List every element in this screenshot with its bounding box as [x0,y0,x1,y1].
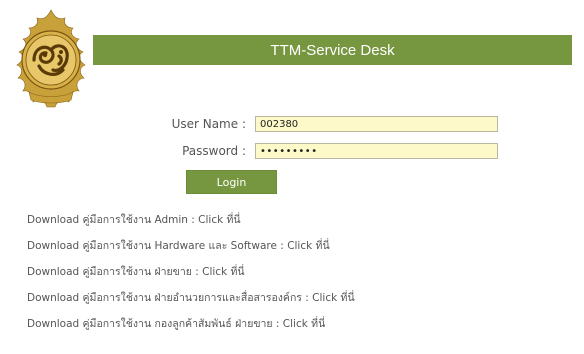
download-item-label: Download คู่มือการใช้งาน Hardware และ So… [27,240,284,252]
header-bar: TTM-Service Desk [93,35,572,65]
download-link[interactable]: Click ที่นี่ [287,240,329,252]
download-item-admin: Download คู่มือการใช้งาน Admin : Click ท… [27,211,567,237]
download-link[interactable]: Click ที่นี่ [312,292,354,304]
download-item-sales: Download คู่มือการใช้งาน ฝ่ายขาย : Click… [27,263,567,289]
username-input[interactable] [255,116,498,132]
login-page: TTM-Service Desk User Name : Password : … [0,0,584,354]
download-item-label: Download คู่มือการใช้งาน Admin : [27,214,195,226]
download-item-hardware-software: Download คู่มือการใช้งาน Hardware และ So… [27,237,567,263]
login-button[interactable]: Login [186,170,277,194]
download-link[interactable]: Click ที่นี่ [283,318,325,330]
download-item-label: Download คู่มือการใช้งาน ฝ่ายอำนวยการและ… [27,292,309,304]
download-list: Download คู่มือการใช้งาน Admin : Click ท… [27,211,567,341]
download-link[interactable]: Click ที่นี่ [202,266,244,278]
download-item-label: Download คู่มือการใช้งาน ฝ่ายขาย : [27,266,199,278]
download-item-admin-communications: Download คู่มือการใช้งาน ฝ่ายอำนวยการและ… [27,289,567,315]
download-item-label: Download คู่มือการใช้งาน กองลูกค้าสัมพัน… [27,318,280,330]
download-item-customer-relations: Download คู่มือการใช้งาน กองลูกค้าสัมพัน… [27,315,567,341]
username-label: User Name : [171,117,246,131]
password-input[interactable] [255,143,498,159]
password-label: Password : [182,144,246,158]
download-link[interactable]: Click ที่นี่ [198,214,240,226]
thai-emblem-logo-icon [9,8,93,108]
page-title: TTM-Service Desk [270,41,395,59]
